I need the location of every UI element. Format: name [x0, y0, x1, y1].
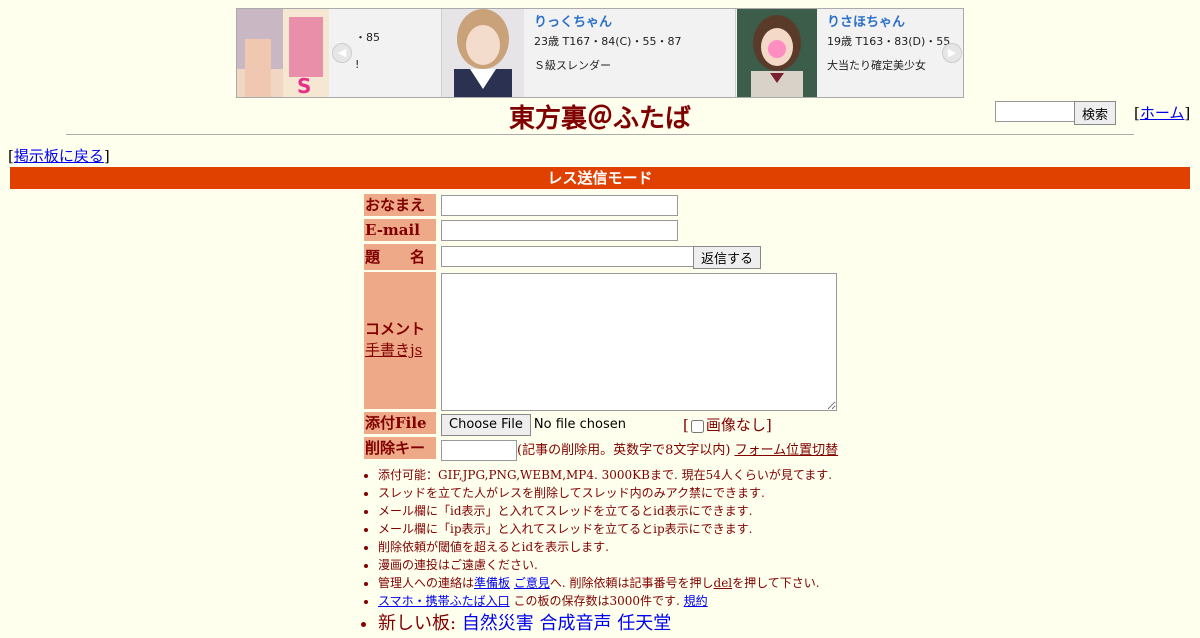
list-item: スレッドを立てた人がレスを削除してスレッド内のみアク禁にできます. [378, 484, 832, 502]
comment-textarea[interactable] [441, 273, 837, 411]
file-label: 添付File [364, 412, 436, 434]
search-button[interactable]: 検索 [1074, 101, 1117, 125]
comment-label-cell: コメント 手書きjs [364, 272, 436, 409]
handwriting-link[interactable]: 手書きjs [365, 341, 422, 359]
no-image-checkbox[interactable] [690, 419, 704, 433]
banner-card-1[interactable]: S ◀ ・85 ! [237, 9, 442, 97]
back-nav: [掲示板に戻る] [8, 147, 110, 165]
banner-card-2-name: りっくちゃん [534, 15, 613, 30]
banner-card-3-stats: 19歳 T163・83(D)・55 [827, 35, 951, 48]
email-field-wrap [441, 220, 678, 241]
delkey-input[interactable] [441, 440, 517, 461]
comment-field-wrap [441, 273, 837, 415]
form-position-toggle-link[interactable]: フォーム位置切替 [735, 443, 839, 458]
search-input[interactable] [995, 101, 1075, 122]
reply-mode-bar: レス送信モード [10, 167, 1190, 189]
banner-card-2-stats: 23歳 T167・84(C)・55・87 [534, 35, 682, 48]
list-item: 添付可能：GIF,JPG,PNG,WEBM,MP4. 3000KBまで. 現在5… [378, 466, 832, 484]
poster-text: S [297, 74, 311, 97]
banner-next-icon[interactable]: ▶ [942, 43, 962, 63]
list-item: 新しい板: 自然災害 合成音声 任天堂 [378, 610, 832, 638]
banner-card-3-desc: 大当たり確定美少女 [827, 59, 926, 72]
subject-input[interactable] [441, 246, 695, 267]
name-label: おなまえ [364, 194, 436, 216]
file-field-wrap: Choose File No file chosen [441, 413, 626, 436]
subject-field-wrap: 返信する [441, 246, 762, 269]
new-board-link[interactable]: 自然災害 [462, 613, 534, 634]
banner-prev-icon[interactable]: ◀ [332, 43, 352, 63]
search-form: 検索 [995, 101, 1117, 125]
choose-file-button[interactable]: Choose File [441, 413, 531, 436]
name-input[interactable] [441, 195, 678, 216]
delkey-note: (記事の削除用。英数字で8文字以内) [517, 443, 731, 458]
banner-photo-1: S [237, 9, 329, 97]
no-image-option: [画像なし] [683, 416, 772, 434]
banner-card-3[interactable]: りさほちゃん 19歳 T163・83(D)・55 大当たり確定美少女 ▶ [737, 9, 963, 97]
back-to-board-link[interactable]: 掲示板に戻る [14, 147, 104, 165]
feedback-link[interactable]: ご意見 [514, 576, 550, 590]
terms-link[interactable]: 規約 [684, 594, 708, 608]
banner-card-2-desc: Ｓ級スレンダー [534, 59, 611, 72]
no-image-label: 画像なし [705, 416, 766, 434]
delkey-label: 削除キー [364, 437, 436, 459]
list-item: メール欄に「ip表示」と入れてスレッドを立てるとip表示にできます. [378, 520, 832, 538]
delkey-field-wrap: (記事の削除用。英数字で8文字以内) フォーム位置切替 [441, 439, 838, 461]
list-item: 管理人への連絡は準備板 ご意見へ. 削除依頼は記事番号を押しdelを押して下さい… [378, 574, 832, 592]
ad-banner[interactable]: S ◀ ・85 ! りっくちゃん 23歳 T167・84(C)・55・87 Ｓ級… [236, 8, 964, 98]
email-label: E-mail [364, 219, 436, 241]
list-item: 漫画の連投はご遠慮ください. [378, 556, 832, 574]
list-item: 削除依頼が閾値を超えるとidを表示します. [378, 538, 832, 556]
file-status: No file chosen [533, 417, 626, 432]
new-board-link[interactable]: 合成音声 [540, 613, 612, 634]
submit-reply-button[interactable]: 返信する [693, 246, 762, 269]
name-field-wrap [441, 195, 678, 216]
list-item: メール欄に「id表示」と入れてスレッドを立てるとid表示にできます. [378, 502, 832, 520]
banner-card-2[interactable]: りっくちゃん 23歳 T167・84(C)・55・87 Ｓ級スレンダー [442, 9, 736, 97]
banner-photo-2 [442, 9, 524, 97]
email-input[interactable] [441, 220, 678, 241]
home-link[interactable]: ホーム [1140, 104, 1185, 122]
banner-card-1-line1: ・85 [355, 31, 380, 44]
del-link[interactable]: del [714, 576, 733, 590]
new-board-link[interactable]: 任天堂 [617, 613, 671, 634]
prep-board-link[interactable]: 準備板 [474, 576, 510, 590]
board-notes: 添付可能：GIF,JPG,PNG,WEBM,MP4. 3000KBまで. 現在5… [362, 466, 832, 638]
list-item: スマホ・携帯ふたば入口 この板の保存数は3000件です. 規約 [378, 592, 832, 610]
subject-label: 題 名 [364, 244, 436, 270]
banner-photo-3 [737, 9, 817, 97]
comment-label: コメント [365, 320, 426, 338]
banner-card-1-line2: ! [355, 58, 360, 71]
home-nav: [ホーム] [1134, 104, 1191, 122]
banner-card-3-name: りさほちゃん [827, 15, 906, 30]
header-divider [66, 134, 1134, 135]
mobile-entrance-link[interactable]: スマホ・携帯ふたば入口 [378, 594, 510, 608]
